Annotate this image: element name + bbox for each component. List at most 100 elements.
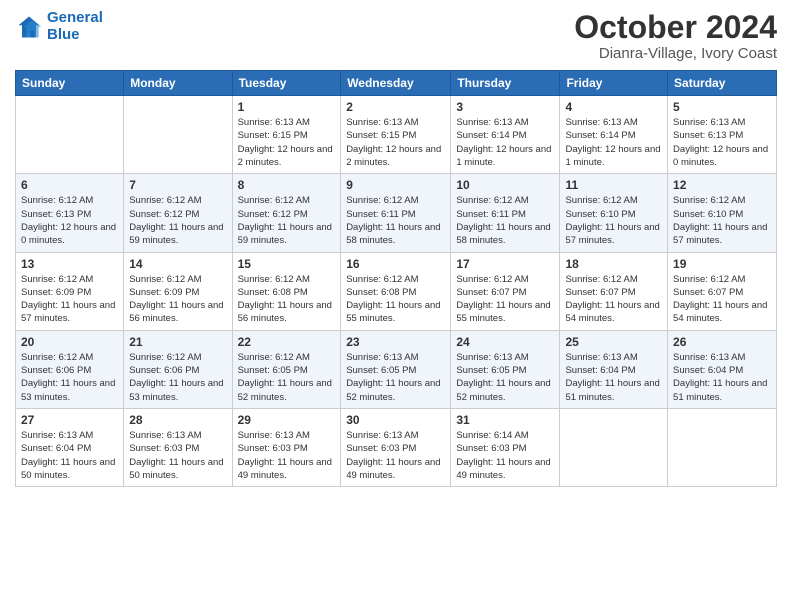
day-info: Sunrise: 6:12 AM Sunset: 6:12 PM Dayligh… bbox=[129, 194, 226, 247]
day-cell: 3Sunrise: 6:13 AM Sunset: 6:14 PM Daylig… bbox=[451, 96, 560, 174]
day-number: 29 bbox=[238, 413, 336, 427]
week-row-4: 20 Sunrise: 6:12 AM Sunset: 6:06 PM Dayli… bbox=[16, 330, 777, 408]
day-info: Sunrise: 6:12 AM Sunset: 6:13 PM Dayligh… bbox=[21, 194, 118, 247]
day-info: Sunrise: 6:13 AM Sunset: 6:04 PM Dayligh… bbox=[565, 351, 662, 404]
day-number: 7 bbox=[129, 178, 226, 192]
day-number: 17 bbox=[456, 257, 554, 271]
day-info: Sunrise: 6:13 AM Sunset: 6:14 PM Dayligh… bbox=[565, 116, 662, 169]
day-cell: 10 Sunrise: 6:12 AM Sunset: 6:11 PM Dayli… bbox=[451, 174, 560, 252]
day-info: Sunrise: 6:13 AM Sunset: 6:03 PM Dayligh… bbox=[238, 429, 336, 482]
day-number: 24 bbox=[456, 335, 554, 349]
day-info: Sunrise: 6:12 AM Sunset: 6:11 PM Dayligh… bbox=[456, 194, 554, 247]
day-cell: 5 Sunrise: 6:13 AM Sunset: 6:13 PM Daylig… bbox=[668, 96, 777, 174]
day-info: Sunrise: 6:12 AM Sunset: 6:08 PM Dayligh… bbox=[238, 273, 336, 326]
day-info: Sunrise: 6:12 AM Sunset: 6:06 PM Dayligh… bbox=[129, 351, 226, 404]
day-number: 20 bbox=[21, 335, 118, 349]
day-number: 30 bbox=[346, 413, 445, 427]
day-number: 22 bbox=[238, 335, 336, 349]
day-number: 5 bbox=[673, 100, 771, 114]
week-row-2: 6 Sunrise: 6:12 AM Sunset: 6:13 PM Daylig… bbox=[16, 174, 777, 252]
day-info: Sunrise: 6:13 AM Sunset: 6:05 PM Dayligh… bbox=[346, 351, 445, 404]
day-cell: 7 Sunrise: 6:12 AM Sunset: 6:12 PM Daylig… bbox=[124, 174, 232, 252]
day-cell: 17 Sunrise: 6:12 AM Sunset: 6:07 PM Dayli… bbox=[451, 252, 560, 330]
day-number: 2 bbox=[346, 100, 445, 114]
day-cell: 15 Sunrise: 6:12 AM Sunset: 6:08 PM Dayli… bbox=[232, 252, 341, 330]
day-cell: 9Sunrise: 6:12 AM Sunset: 6:11 PM Daylig… bbox=[341, 174, 451, 252]
day-info: Sunrise: 6:12 AM Sunset: 6:11 PM Dayligh… bbox=[346, 194, 445, 247]
day-number: 28 bbox=[129, 413, 226, 427]
day-info: Sunrise: 6:13 AM Sunset: 6:15 PM Dayligh… bbox=[346, 116, 445, 169]
calendar-table: Sunday Monday Tuesday Wednesday Thursday… bbox=[15, 70, 777, 487]
col-thursday: Thursday bbox=[451, 71, 560, 96]
day-number: 15 bbox=[238, 257, 336, 271]
day-number: 21 bbox=[129, 335, 226, 349]
logo: General Blue bbox=[15, 10, 103, 43]
calendar-body: 1 Sunrise: 6:13 AM Sunset: 6:15 PM Daylig… bbox=[16, 96, 777, 487]
logo-line2: Blue bbox=[47, 26, 80, 43]
day-cell: 14 Sunrise: 6:12 AM Sunset: 6:09 PM Dayli… bbox=[124, 252, 232, 330]
day-info: Sunrise: 6:13 AM Sunset: 6:03 PM Dayligh… bbox=[346, 429, 445, 482]
day-cell: 21 Sunrise: 6:12 AM Sunset: 6:06 PM Dayli… bbox=[124, 330, 232, 408]
day-number: 23 bbox=[346, 335, 445, 349]
day-info: Sunrise: 6:13 AM Sunset: 6:13 PM Dayligh… bbox=[673, 116, 771, 169]
week-row-1: 1 Sunrise: 6:13 AM Sunset: 6:15 PM Daylig… bbox=[16, 96, 777, 174]
col-saturday: Saturday bbox=[668, 71, 777, 96]
day-cell: 31 Sunrise: 6:14 AM Sunset: 6:03 PM Dayli… bbox=[451, 408, 560, 486]
day-info: Sunrise: 6:12 AM Sunset: 6:07 PM Dayligh… bbox=[673, 273, 771, 326]
day-info: Sunrise: 6:12 AM Sunset: 6:12 PM Dayligh… bbox=[238, 194, 336, 247]
day-cell: 26 Sunrise: 6:13 AM Sunset: 6:04 PM Dayli… bbox=[668, 330, 777, 408]
day-info: Sunrise: 6:14 AM Sunset: 6:03 PM Dayligh… bbox=[456, 429, 554, 482]
day-number: 13 bbox=[21, 257, 118, 271]
day-number: 10 bbox=[456, 178, 554, 192]
day-number: 6 bbox=[21, 178, 118, 192]
day-number: 3 bbox=[456, 100, 554, 114]
day-info: Sunrise: 6:12 AM Sunset: 6:09 PM Dayligh… bbox=[129, 273, 226, 326]
day-info: Sunrise: 6:12 AM Sunset: 6:08 PM Dayligh… bbox=[346, 273, 445, 326]
day-cell: 20Sunrise: 6:12 AM Sunset: 6:06 PM Dayli… bbox=[16, 330, 124, 408]
day-cell: 4 Sunrise: 6:13 AM Sunset: 6:14 PM Daylig… bbox=[560, 96, 668, 174]
day-number: 18 bbox=[565, 257, 662, 271]
day-cell: 25 Sunrise: 6:13 AM Sunset: 6:04 PM Dayli… bbox=[560, 330, 668, 408]
day-number: 16 bbox=[346, 257, 445, 271]
day-number: 26 bbox=[673, 335, 771, 349]
subtitle: Dianra-Village, Ivory Coast bbox=[574, 45, 777, 62]
header-row: Sunday Monday Tuesday Wednesday Thursday… bbox=[16, 71, 777, 96]
day-cell: 28Sunrise: 6:13 AM Sunset: 6:03 PM Dayli… bbox=[124, 408, 232, 486]
day-info: Sunrise: 6:13 AM Sunset: 6:04 PM Dayligh… bbox=[673, 351, 771, 404]
logo-line1: General bbox=[47, 9, 103, 26]
day-cell: 22 Sunrise: 6:12 AM Sunset: 6:05 PM Dayli… bbox=[232, 330, 341, 408]
day-number: 1 bbox=[238, 100, 336, 114]
day-info: Sunrise: 6:12 AM Sunset: 6:10 PM Dayligh… bbox=[565, 194, 662, 247]
day-info: Sunrise: 6:12 AM Sunset: 6:07 PM Dayligh… bbox=[565, 273, 662, 326]
day-info: Sunrise: 6:12 AM Sunset: 6:09 PM Dayligh… bbox=[21, 273, 118, 326]
col-monday: Monday bbox=[124, 71, 232, 96]
day-number: 27 bbox=[21, 413, 118, 427]
day-number: 31 bbox=[456, 413, 554, 427]
day-number: 14 bbox=[129, 257, 226, 271]
day-info: Sunrise: 6:12 AM Sunset: 6:10 PM Dayligh… bbox=[673, 194, 771, 247]
day-cell: 8Sunrise: 6:12 AM Sunset: 6:12 PM Daylig… bbox=[232, 174, 341, 252]
calendar-header: Sunday Monday Tuesday Wednesday Thursday… bbox=[16, 71, 777, 96]
day-info: Sunrise: 6:13 AM Sunset: 6:15 PM Dayligh… bbox=[238, 116, 336, 169]
day-cell: 12Sunrise: 6:12 AM Sunset: 6:10 PM Dayli… bbox=[668, 174, 777, 252]
day-number: 4 bbox=[565, 100, 662, 114]
day-number: 19 bbox=[673, 257, 771, 271]
day-cell: 16 Sunrise: 6:12 AM Sunset: 6:08 PM Dayli… bbox=[341, 252, 451, 330]
header: General Blue October 2024 Dianra-Village… bbox=[15, 10, 777, 62]
day-cell: 6 Sunrise: 6:12 AM Sunset: 6:13 PM Daylig… bbox=[16, 174, 124, 252]
day-info: Sunrise: 6:12 AM Sunset: 6:05 PM Dayligh… bbox=[238, 351, 336, 404]
title-block: October 2024 Dianra-Village, Ivory Coast bbox=[574, 10, 777, 62]
day-cell: 13 Sunrise: 6:12 AM Sunset: 6:09 PM Dayli… bbox=[16, 252, 124, 330]
week-row-3: 13 Sunrise: 6:12 AM Sunset: 6:09 PM Dayli… bbox=[16, 252, 777, 330]
day-cell: 1 Sunrise: 6:13 AM Sunset: 6:15 PM Daylig… bbox=[232, 96, 341, 174]
day-info: Sunrise: 6:12 AM Sunset: 6:07 PM Dayligh… bbox=[456, 273, 554, 326]
day-number: 25 bbox=[565, 335, 662, 349]
month-title: October 2024 bbox=[574, 10, 777, 45]
col-friday: Friday bbox=[560, 71, 668, 96]
day-cell bbox=[668, 408, 777, 486]
logo-icon bbox=[15, 13, 43, 41]
week-row-5: 27 Sunrise: 6:13 AM Sunset: 6:04 PM Dayli… bbox=[16, 408, 777, 486]
day-cell: 19 Sunrise: 6:12 AM Sunset: 6:07 PM Dayli… bbox=[668, 252, 777, 330]
col-wednesday: Wednesday bbox=[341, 71, 451, 96]
day-info: Sunrise: 6:13 AM Sunset: 6:04 PM Dayligh… bbox=[21, 429, 118, 482]
